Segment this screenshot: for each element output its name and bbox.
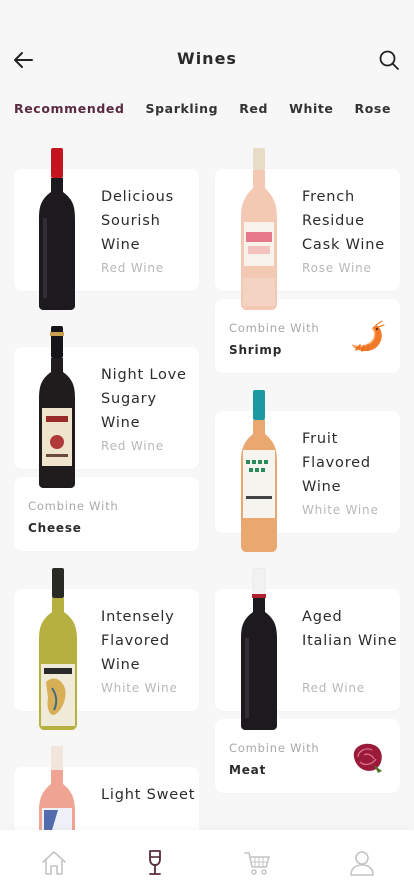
tab-white[interactable]: White (289, 101, 333, 116)
meat-icon (353, 743, 382, 773)
tab-sparkling[interactable]: Sparkling (146, 101, 219, 116)
tab-red[interactable]: Red (239, 101, 268, 116)
combine-label: Combine With (28, 499, 119, 513)
nav-profile[interactable] (347, 848, 377, 878)
tab-recommended[interactable]: Recommended (14, 101, 125, 116)
wine-name: Aged Italian Wine (302, 609, 398, 649)
wine-name: Delicious Sourish Wine (101, 189, 174, 253)
light-sweet-bottle-image (39, 746, 75, 830)
wine-name: Fruit Flavored Wine (302, 431, 371, 495)
nav-wines[interactable] (140, 848, 170, 878)
combine-label: Combine With (229, 321, 320, 335)
red-wine-bottle-image (39, 148, 75, 310)
pairing-card-meat[interactable]: Combine With Meat (215, 719, 400, 793)
user-icon (350, 851, 374, 876)
bottom-navigation (0, 830, 414, 896)
aged-red-bottle-image (241, 568, 277, 730)
shrimp-icon (351, 320, 385, 352)
category-tabs: Recommended Sparkling Red White Rose (14, 101, 412, 116)
nav-home[interactable] (39, 848, 69, 878)
cart-icon (244, 852, 270, 875)
wine-type: White Wine (101, 681, 178, 695)
wine-name: Light Sweet (101, 787, 196, 803)
page-title: Wines (177, 49, 237, 68)
tab-rose[interactable]: Rose (355, 101, 392, 116)
wine-name: Night Love Sugary Wine (101, 367, 187, 431)
search-button[interactable] (376, 47, 402, 73)
wine-name: French Residue Cask Wine (302, 189, 385, 253)
rose-wine-bottle-image (241, 148, 277, 310)
chianti-bottle-image (39, 326, 75, 488)
white-wine-bottle-image (241, 390, 277, 552)
wine-type: Red Wine (101, 261, 164, 275)
pairing-card-shrimp[interactable]: Combine With Shrimp (215, 299, 400, 373)
wine-name: Intensely Flavored Wine (101, 609, 175, 673)
wine-glass-icon (149, 850, 161, 875)
combine-label: Combine With (229, 741, 320, 755)
nav-cart[interactable] (242, 848, 272, 878)
combine-food: Shrimp (229, 343, 283, 357)
home-icon (42, 851, 66, 875)
tatuaje-bottle-image (39, 568, 77, 730)
wine-type: Rose Wine (302, 261, 372, 275)
wine-type: Red Wine (302, 681, 365, 695)
search-icon (379, 50, 399, 70)
wine-type: Red Wine (101, 439, 164, 453)
wine-type: White Wine (302, 503, 379, 517)
pairing-card-cheese[interactable]: Combine With Cheese (14, 477, 199, 551)
combine-food: Cheese (28, 521, 82, 535)
combine-food: Meat (229, 763, 267, 777)
header: Wines (0, 0, 414, 90)
